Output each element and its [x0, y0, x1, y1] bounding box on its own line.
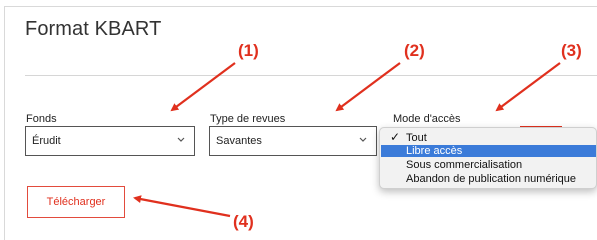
- arrow-4: [133, 195, 231, 218]
- arrow-3: [495, 62, 561, 112]
- annotation-arrows: [133, 62, 561, 218]
- arrow-1: [170, 62, 236, 112]
- arrow-2: [335, 62, 401, 112]
